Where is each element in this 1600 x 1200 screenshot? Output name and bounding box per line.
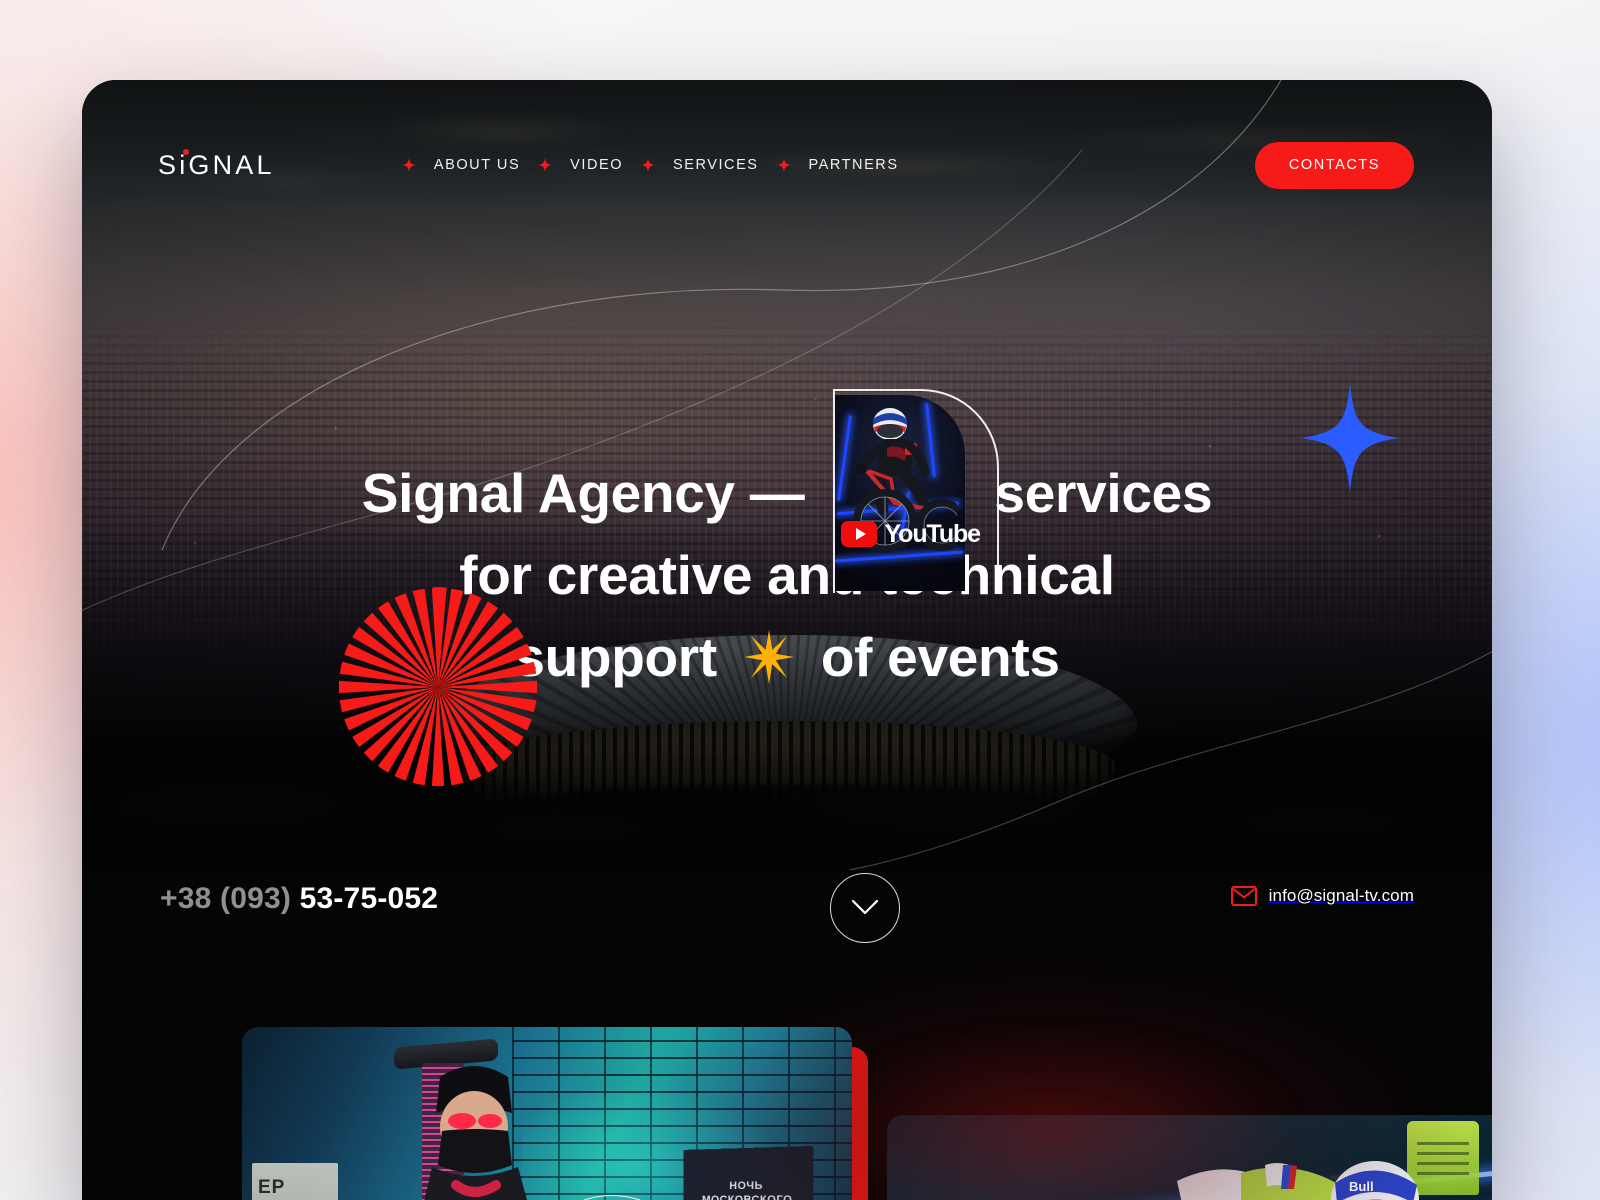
phone-prefix: +38 (093): [160, 882, 300, 915]
poster-line-2: МОСКОВСКОГО: [701, 1193, 793, 1200]
nav-item-video[interactable]: VIDEO: [568, 151, 625, 179]
nav-star-separator-icon: [522, 158, 568, 172]
blue-four-point-star-icon: [1301, 383, 1399, 493]
nav-star-separator-icon: [761, 158, 807, 172]
envelope-icon: [1230, 886, 1257, 906]
phone-main: 53-75-052: [299, 882, 439, 915]
nav-item-services[interactable]: SERVICES: [671, 151, 760, 179]
scroll-down-button[interactable]: [830, 873, 900, 943]
nav-item-partners[interactable]: PARTNERS: [807, 151, 901, 179]
contacts-button[interactable]: CONTACTS: [1254, 141, 1414, 189]
doorway-sign-text: EP AU КУ: [258, 1175, 328, 1200]
hero-footer-bar: +38 (093) 53-75-052 info@signal-tv.com: [82, 870, 1492, 995]
headline-line-1-b: services: [979, 462, 1213, 524]
video-card-bmx-race[interactable]: Bull: [887, 1115, 1492, 1200]
main-navigation: ABOUT US VIDEO SERVICES PARTNERS: [386, 151, 901, 179]
logo[interactable]: SiGNAL: [158, 148, 275, 181]
poster-line-1: НОЧЬ: [729, 1179, 763, 1193]
event-poster: НОЧЬ МОСКОВСКОГО СПОРТА: [683, 1145, 814, 1200]
logo-red-dot: [183, 148, 189, 155]
svg-text:Bull: Bull: [1349, 1179, 1374, 1194]
video-cards-row: EP AU КУ НОЧЬ МОСКОВСКОГО СПОРТА: [82, 995, 1492, 1200]
youtube-play-icon: [841, 521, 878, 547]
hero-headline: Signal Agency — YouTube services for cre…: [82, 389, 1492, 698]
headline-line-1-a: Signal Agency —: [361, 462, 820, 524]
chevron-down-icon: [852, 900, 878, 915]
video-thumbnail: Bull: [887, 1115, 1492, 1200]
bmx-racer-illustration: Bull: [1177, 1161, 1419, 1200]
headline-line-3-b: of events: [805, 626, 1060, 688]
nav-star-separator-icon: [625, 158, 671, 172]
red-sunburst-icon: [338, 587, 538, 787]
nav-star-separator-icon: [386, 158, 432, 172]
youtube-logo: YouTube: [841, 493, 981, 575]
email-address: info@signal-tv.com: [1268, 886, 1414, 905]
headline-line-3: support of events: [82, 616, 1492, 698]
gold-eight-point-star-icon: [743, 630, 794, 684]
card-red-accent-bar: [852, 1047, 868, 1200]
headline-line-2-text: for creative and technical: [459, 544, 1115, 606]
video-card-dj-night[interactable]: EP AU КУ НОЧЬ МОСКОВСКОГО СПОРТА: [242, 1027, 868, 1200]
email-link[interactable]: info@signal-tv.com: [1230, 886, 1414, 906]
logo-text: SiGNAL: [158, 149, 275, 180]
video-thumbnail: EP AU КУ НОЧЬ МОСКОВСКОГО СПОРТА: [242, 1027, 852, 1200]
site-header: SiGNAL ABOUT US VIDEO SERVICES PARTNERS …: [82, 80, 1492, 250]
phone-number[interactable]: +38 (093) 53-75-052: [160, 882, 438, 916]
sign-line-1: EP: [258, 1177, 286, 1198]
dj-figure: EP AU КУ: [252, 1035, 592, 1200]
headline-line-2: for creative and technical: [82, 534, 1492, 616]
youtube-wordmark: YouTube: [884, 520, 981, 548]
youtube-video-card[interactable]: YouTube: [833, 389, 1000, 593]
headline-line-1: Signal Agency — YouTube services: [82, 389, 1492, 593]
site-mockup: SiGNAL ABOUT US VIDEO SERVICES PARTNERS …: [82, 80, 1492, 1200]
headline-line-3-a: support: [514, 626, 732, 688]
nav-item-about-us[interactable]: ABOUT US: [432, 151, 522, 179]
